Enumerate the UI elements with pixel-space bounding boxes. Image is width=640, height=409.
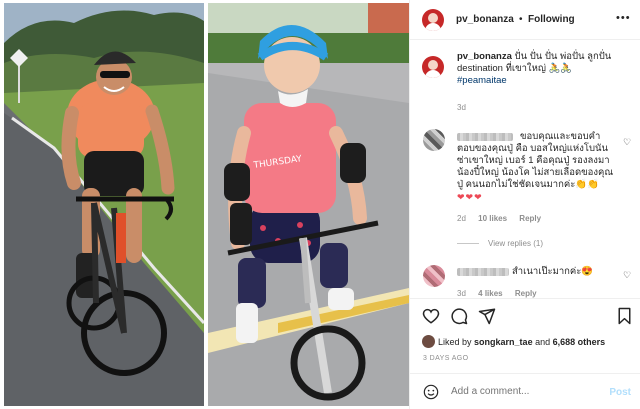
author-avatar[interactable] (422, 9, 444, 31)
comment-icon[interactable] (450, 307, 468, 325)
add-comment-input[interactable] (451, 386, 591, 397)
commenter-avatar[interactable] (423, 265, 445, 287)
caption-hashtag[interactable]: #peamaitae (457, 75, 507, 86)
comment-time: 2d (457, 214, 466, 223)
post-actions: Liked by songkarn_tae and 6,688 others 3… (410, 298, 640, 408)
share-icon[interactable] (478, 307, 496, 325)
replies-divider (457, 243, 479, 244)
smile-icon[interactable] (423, 384, 439, 400)
add-comment-bar: Post (410, 373, 640, 409)
post-caption: pv_bonanza ปั่น ปั่น ปั่น พ่อปั่น ลูกปั่… (457, 51, 635, 87)
posted-ago: 3 DAYS AGO (423, 355, 469, 362)
comment-reply-button[interactable]: Reply (519, 214, 541, 223)
post-comment-button[interactable]: Post (609, 387, 631, 398)
author-username[interactable]: pv_bonanza (456, 14, 514, 25)
comment-like-heart-icon[interactable]: ♡ (623, 270, 631, 281)
post-media[interactable]: THURSDAY (0, 0, 409, 409)
comment-text: สำเนาเป๊ะมากค่ะ😍 (512, 266, 594, 277)
comment-meta: 2d 10 likes Reply (457, 214, 541, 223)
photo-father-cycling (4, 3, 204, 406)
bookmark-icon[interactable] (616, 307, 633, 325)
separator-dot: • (519, 14, 523, 25)
photo-kid-cycling: THURSDAY (208, 3, 409, 406)
liker-username[interactable]: songkarn_tae (474, 337, 533, 347)
caption-author-avatar[interactable] (422, 56, 444, 78)
comment-text: ขอบคุณและขอบคำตอบของคุณปู่ คือ บอสใหญ่แห… (457, 131, 617, 204)
caption-time: 3d (457, 103, 466, 112)
more-icon[interactable]: ••• (616, 12, 631, 24)
comment-meta: 3d 4 likes Reply (457, 289, 537, 298)
likes-and-label: and (535, 337, 551, 347)
commenter-avatar[interactable] (423, 129, 445, 151)
following-button[interactable]: Following (528, 14, 575, 25)
comment-reply-button[interactable]: Reply (515, 289, 537, 298)
liker-avatar[interactable] (422, 335, 435, 348)
liked-by-label: Liked by (438, 337, 472, 347)
heart-icon[interactable] (422, 307, 440, 325)
post-header: pv_bonanza • Following ••• (410, 0, 640, 40)
comment-likes[interactable]: 4 likes (478, 289, 502, 298)
comment-like-heart-icon[interactable]: ♡ (623, 137, 631, 148)
commenter-username-blurred[interactable] (457, 268, 509, 276)
likes-summary[interactable]: Liked by songkarn_tae and 6,688 others (438, 337, 605, 347)
comment-likes[interactable]: 10 likes (478, 214, 507, 223)
likes-others-count[interactable]: 6,688 others (553, 337, 606, 347)
comment-text-body: ขอบคุณและขอบคำตอบของคุณปู่ คือ บอสใหญ่แห… (457, 131, 614, 190)
caption-username[interactable]: pv_bonanza (457, 51, 512, 62)
comment-time: 3d (457, 289, 466, 298)
comment-heart-emojis: ❤❤❤ (457, 192, 483, 202)
post-panel: pv_bonanza • Following ••• pv_bonanza ปั… (409, 0, 640, 409)
view-replies-button[interactable]: View replies (1) (488, 239, 543, 248)
